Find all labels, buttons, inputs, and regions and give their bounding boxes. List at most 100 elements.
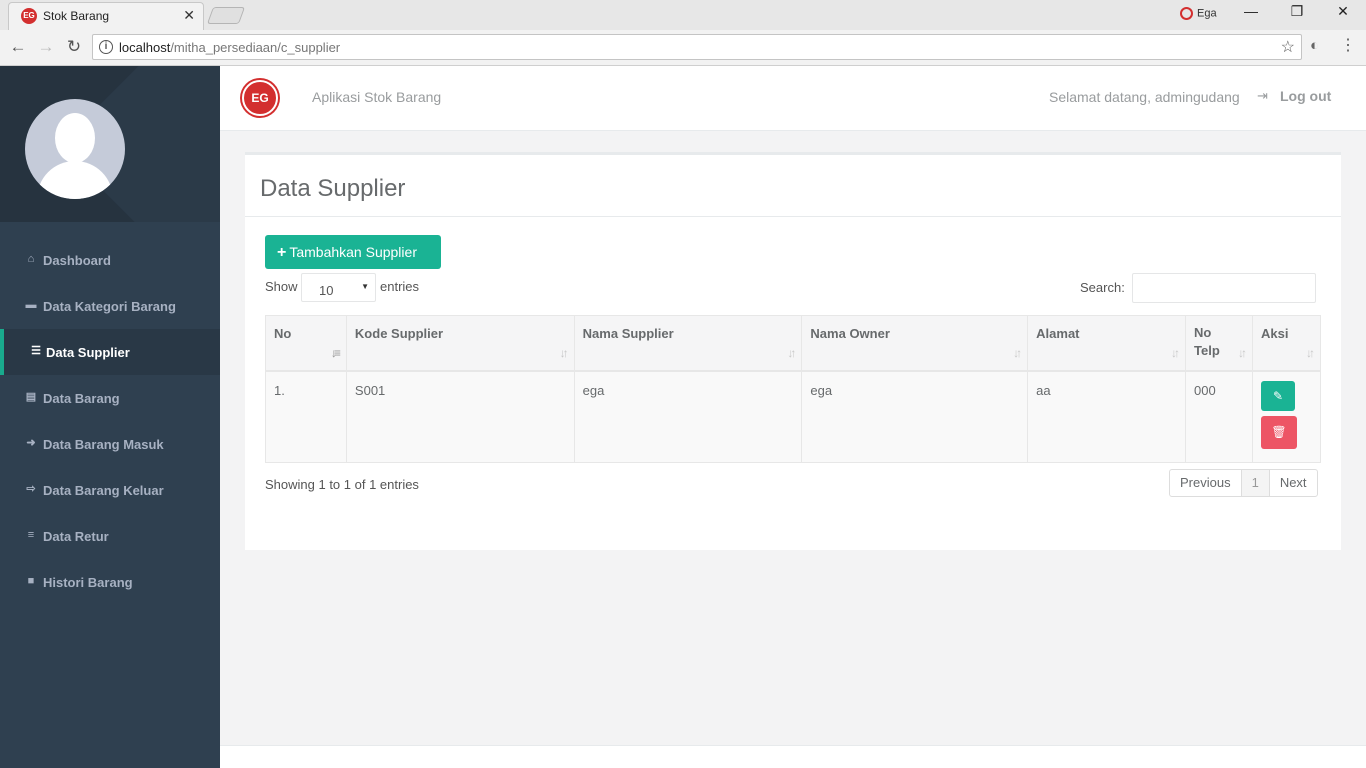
- sidebar-item-label: Data Supplier: [46, 345, 130, 360]
- pagination-page-1[interactable]: 1: [1241, 470, 1270, 496]
- cell-no-telp: 000: [1185, 370, 1253, 463]
- browser-titlebar: EG Stok Barang ✕ Ega — ❐ ✕: [0, 0, 1366, 30]
- back-icon[interactable]: ←: [8, 37, 28, 57]
- add-supplier-button[interactable]: + Tambahkan Supplier: [265, 235, 441, 269]
- sidebar-item-barang-keluar[interactable]: ⇨ Data Barang Keluar: [0, 467, 220, 513]
- sort-icon: ↓↑: [559, 346, 569, 360]
- column-label: Alamat: [1036, 326, 1080, 341]
- app-logo: EG: [242, 80, 278, 116]
- column-header-no-telp[interactable]: No Telp ↓↑: [1185, 315, 1253, 372]
- sign-in-icon: ➜: [26, 437, 36, 449]
- page-title: Data Supplier: [260, 175, 406, 202]
- file-icon: ▤: [25, 391, 37, 403]
- pagination-next[interactable]: Next: [1270, 470, 1317, 496]
- column-label: Aksi: [1260, 326, 1289, 341]
- address-bar[interactable]: i localhost/mitha_persediaan/c_supplier …: [92, 34, 1302, 60]
- edit-icon: ✎: [1272, 389, 1283, 403]
- pagination: Previous 1 Next: [1169, 469, 1318, 497]
- tab-title: Stok Barang: [43, 9, 110, 23]
- reload-icon[interactable]: ↻: [64, 37, 84, 57]
- search-input[interactable]: [1132, 273, 1316, 303]
- browser-toolbar: ← → ↻ i localhost/mitha_persediaan/c_sup…: [0, 30, 1366, 66]
- column-header-nama-owner[interactable]: Nama Owner ↓↑: [801, 315, 1029, 372]
- profile-icon: [1180, 7, 1193, 20]
- sidebar-item-supplier[interactable]: ☰ Data Supplier: [0, 329, 220, 375]
- column-header-aksi[interactable]: Aksi ↓↑: [1251, 315, 1322, 372]
- sort-icon: ↓↑: [1013, 346, 1022, 360]
- sign-out-icon: ⇨: [26, 483, 36, 495]
- edit-button[interactable]: ✎: [1260, 381, 1295, 411]
- supplier-table: No ↓≡ Kode Supplier ↓↑ Nama Supplier ↓↑ Nam…: [265, 315, 1322, 463]
- column-header-alamat[interactable]: Alamat ↓↑: [1027, 315, 1186, 372]
- table-row: 1. S001 ega ega aa 000 ✎ 🗑: [265, 370, 1322, 463]
- cell-nama-supplier: ega: [573, 370, 803, 463]
- database-icon: ☰: [31, 345, 41, 357]
- sidebar-item-barang[interactable]: ▤ Data Barang: [0, 375, 220, 421]
- avatar-head: [55, 113, 95, 163]
- minimize-icon[interactable]: —: [1241, 3, 1261, 19]
- sidebar-item-label: Data Barang: [43, 391, 120, 406]
- home-icon: ⌂: [27, 253, 35, 265]
- cell-aksi: ✎ 🗑: [1251, 370, 1322, 463]
- avatar-body: [37, 161, 113, 199]
- forward-icon[interactable]: →: [36, 37, 56, 57]
- sidebar: ⌂ Dashboard ▬ Data Kategori Barang ☰ Dat…: [0, 66, 220, 768]
- sort-icon: ↓↑: [1237, 346, 1247, 360]
- bookmark-star-icon[interactable]: ☆: [1281, 37, 1295, 57]
- sort-icon: ↓↑: [1171, 346, 1180, 360]
- chevron-down-icon: ▼: [361, 282, 369, 291]
- folder-icon: ■: [27, 575, 35, 587]
- sidebar-item-label: Data Retur: [43, 529, 109, 544]
- new-tab-button[interactable]: [206, 7, 246, 24]
- sidebar-item-barang-masuk[interactable]: ➜ Data Barang Masuk: [0, 421, 220, 467]
- column-header-no[interactable]: No ↓≡: [265, 315, 347, 372]
- bars-icon: ≡: [27, 529, 35, 541]
- column-header-kode-supplier[interactable]: Kode Supplier ↓↑: [345, 315, 575, 372]
- sidebar-profile: [0, 66, 220, 222]
- sidebar-item-dashboard[interactable]: ⌂ Dashboard: [0, 237, 220, 283]
- sidebar-item-kategori-barang[interactable]: ▬ Data Kategori Barang: [0, 283, 220, 329]
- footer: [220, 745, 1366, 768]
- browser-tab[interactable]: EG Stok Barang ✕: [8, 2, 204, 30]
- info-icon[interactable]: i: [99, 40, 113, 54]
- column-label: Nama Supplier: [582, 326, 674, 341]
- sidebar-item-label: Dashboard: [43, 253, 111, 268]
- sort-icon: ↓↑: [1306, 346, 1315, 360]
- logout-link[interactable]: Log out: [1280, 88, 1331, 104]
- favicon-icon: EG: [21, 8, 37, 24]
- show-label: Show: [265, 279, 298, 294]
- sidebar-item-histori[interactable]: ■ Histori Barang: [0, 559, 220, 605]
- column-label: Nama Owner: [810, 326, 890, 341]
- pagination-previous[interactable]: Previous: [1170, 470, 1242, 496]
- sidebar-item-label: Data Barang Keluar: [43, 483, 164, 498]
- sort-icon: ↓↑: [787, 346, 796, 360]
- profile-name: Ega: [1197, 7, 1217, 20]
- profile-button[interactable]: Ega: [1180, 7, 1217, 20]
- avatar[interactable]: [25, 99, 125, 199]
- entries-value: 10: [319, 283, 334, 298]
- cell-kode-supplier: S001: [345, 370, 575, 463]
- browser-menu-icon[interactable]: ⋮: [1340, 35, 1356, 55]
- column-label: No Telp: [1194, 325, 1220, 358]
- restore-icon[interactable]: ❐: [1287, 3, 1307, 20]
- tab-close-icon[interactable]: ✕: [183, 7, 195, 24]
- search-label: Search:: [1080, 280, 1125, 295]
- delete-button[interactable]: 🗑: [1260, 416, 1297, 449]
- sidebar-item-label: Data Barang Masuk: [43, 437, 164, 452]
- sidebar-item-retur[interactable]: ≡ Data Retur: [0, 513, 220, 559]
- extension-icon[interactable]: ◐: [1310, 37, 1319, 54]
- url-host: localhost: [119, 40, 171, 55]
- window-close-icon[interactable]: ✕: [1333, 3, 1353, 20]
- table-header-row: No ↓≡ Kode Supplier ↓↑ Nama Supplier ↓↑ Nam…: [265, 315, 1322, 372]
- sidebar-item-label: Histori Barang: [43, 575, 133, 590]
- briefcase-icon: ▬: [25, 299, 37, 311]
- logout-icon[interactable]: ⇥: [1257, 88, 1268, 104]
- content-panel: Data Supplier + Tambahkan Supplier Show 1…: [245, 152, 1341, 550]
- app-title: Aplikasi Stok Barang: [312, 89, 442, 105]
- table-info: Showing 1 to 1 of 1 entries: [265, 477, 419, 492]
- column-header-nama-supplier[interactable]: Nama Supplier ↓↑: [573, 315, 803, 372]
- top-navbar: EG Aplikasi Stok Barang Selamat datang, …: [220, 66, 1366, 131]
- entries-select[interactable]: 10 ▼: [301, 273, 376, 302]
- entries-label: entries: [380, 279, 420, 294]
- url-text: localhost/mitha_persediaan/c_supplier: [119, 40, 340, 55]
